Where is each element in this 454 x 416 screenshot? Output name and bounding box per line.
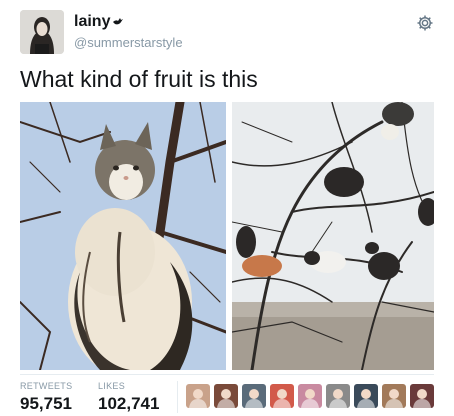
person-icon (217, 389, 235, 408)
person-icon (329, 389, 347, 408)
liker-avatar[interactable] (382, 384, 406, 408)
author-display-name[interactable]: lainy (74, 13, 110, 31)
liker-avatar[interactable] (186, 384, 210, 408)
tweet-media (20, 102, 434, 370)
person-icon (413, 389, 431, 408)
liker-avatar[interactable] (242, 384, 266, 408)
likes-label: LIKES (98, 381, 126, 391)
stats-divider (177, 381, 178, 413)
person-icon (245, 389, 263, 408)
media-photo-cat-closeup[interactable] (20, 102, 226, 370)
liker-avatar[interactable] (214, 384, 238, 408)
person-icon (357, 389, 375, 408)
retweets-label: RETWEETS (20, 381, 73, 391)
avatar-photo-icon (20, 10, 64, 54)
tweet-header: lainy @summerstarstyle (20, 10, 434, 54)
cats-in-tree-photo-icon (232, 102, 434, 370)
gear-icon[interactable] (416, 14, 434, 32)
author-avatar[interactable] (20, 10, 64, 54)
liker-avatar[interactable] (298, 384, 322, 408)
likes-count: 102,741 (98, 394, 160, 413)
retweets-count: 95,751 (20, 394, 72, 413)
media-photo-cats-in-tree[interactable] (232, 102, 434, 370)
tweet-stats: RETWEETS 95,751 LIKES 102,741 (20, 374, 434, 416)
author-names: lainy @summerstarstyle (74, 13, 183, 50)
liker-avatar[interactable] (270, 384, 294, 408)
person-icon (273, 389, 291, 408)
retweets-stat[interactable]: RETWEETS 95,751 (20, 381, 72, 414)
person-icon (385, 389, 403, 408)
liker-avatar[interactable] (354, 384, 378, 408)
author-handle[interactable]: @summerstarstyle (74, 35, 183, 50)
bird-icon (113, 18, 124, 25)
liker-avatar[interactable] (410, 384, 434, 408)
liker-avatar[interactable] (326, 384, 350, 408)
person-icon (301, 389, 319, 408)
cat-in-tree-photo-icon (20, 102, 226, 370)
likes-stat[interactable]: LIKES 102,741 (98, 381, 159, 414)
person-icon (189, 389, 207, 408)
tweet-text: What kind of fruit is this (20, 66, 258, 92)
